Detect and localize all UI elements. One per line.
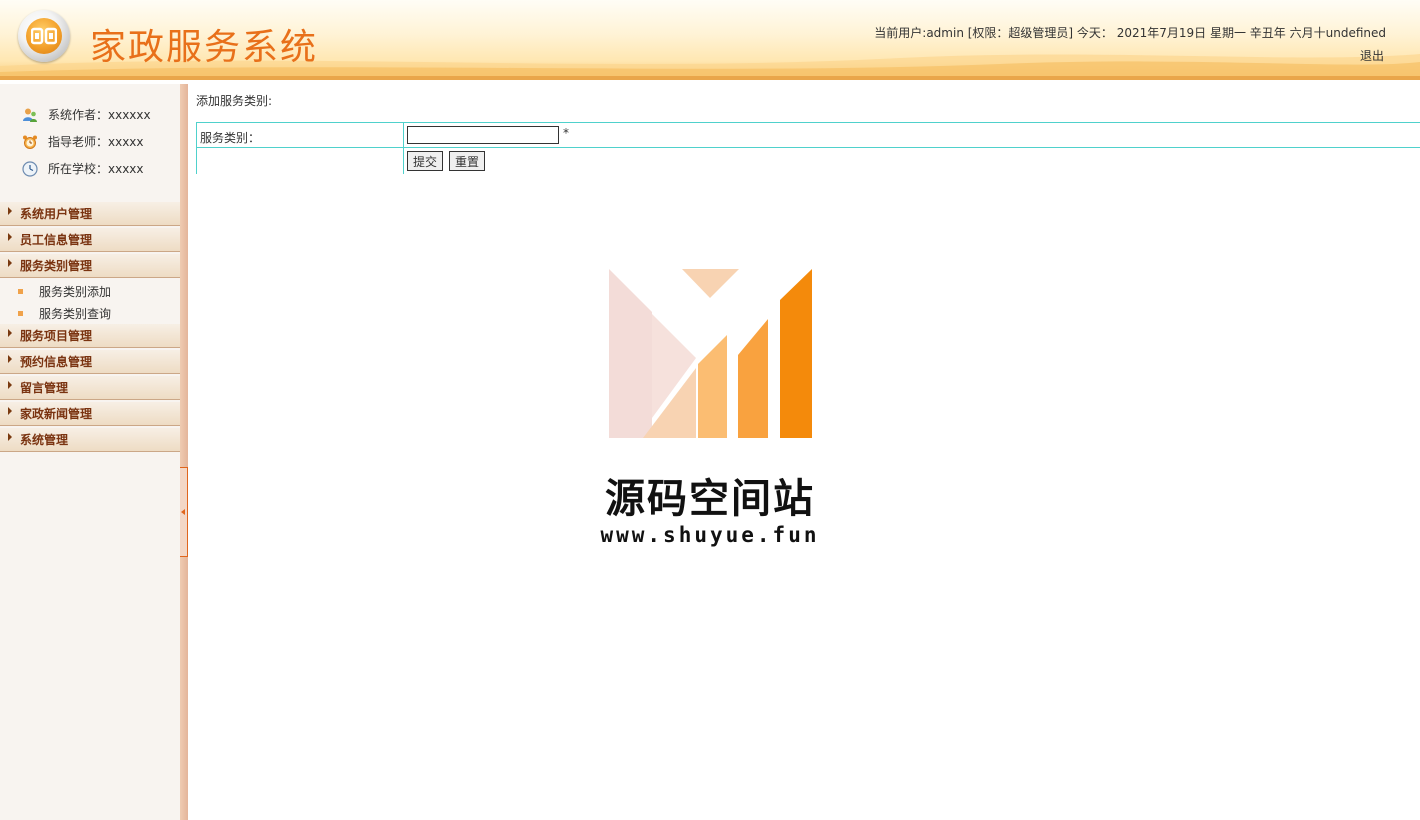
caret-right-icon [8, 206, 12, 215]
current-user-info: 当前用户:admin [权限：超级管理员] 今天： 2021年7月19日 星期一… [874, 26, 1386, 40]
menu-employee-info[interactable]: 员工信息管理 [0, 228, 180, 252]
menu-label: 家政新闻管理 [20, 407, 93, 421]
menu-service-category[interactable]: 服务类别管理 [0, 254, 180, 278]
watermark-name: 源码空间站 [605, 476, 815, 522]
menu-label: 服务类别管理 [20, 259, 93, 273]
app-title: 家政服务系统 [90, 27, 319, 68]
watermark-logo-bar [698, 335, 727, 438]
watermark-url: www.shuyue.fun [600, 523, 820, 547]
logo-icon [18, 10, 70, 62]
bullet-icon [18, 311, 23, 316]
caret-right-icon [8, 432, 12, 441]
menu-label: 预约信息管理 [20, 355, 93, 369]
caret-right-icon [8, 406, 12, 415]
app-header: 家政服务系统 当前用户:admin [权限：超级管理员] 今天： 2021年7月… [0, 0, 1420, 80]
submenu-query-service-category[interactable]: 服务类别查询 [18, 305, 111, 322]
menu-system-management[interactable]: 系统管理 [0, 428, 180, 452]
teacher-label: 指导老师：xxxxx [48, 135, 144, 149]
menu-label: 员工信息管理 [20, 233, 93, 247]
table-border [196, 122, 1420, 123]
menu-label: 系统管理 [20, 433, 69, 447]
user-icon [22, 107, 38, 123]
caret-right-icon [8, 380, 12, 389]
menu-appointment-info[interactable]: 预约信息管理 [0, 350, 180, 374]
caret-right-icon [8, 328, 12, 337]
required-mark: * [563, 126, 569, 140]
menu-housekeeping-news[interactable]: 家政新闻管理 [0, 402, 180, 426]
menu-label: 服务项目管理 [20, 329, 93, 343]
page-title: 添加服务类别: [196, 94, 273, 108]
menu-service-items[interactable]: 服务项目管理 [0, 324, 180, 348]
service-category-input[interactable] [407, 126, 559, 144]
sidebar: 系统作者：xxxxxx 指导老师：xxxxx 所在学校：xxxxx 系统用户管理 [0, 84, 180, 820]
caret-right-icon [8, 232, 12, 241]
reset-button[interactable]: 重置 [449, 151, 486, 171]
submit-button[interactable]: 提交 [407, 151, 444, 171]
sidebar-collapse-toggle[interactable] [180, 467, 188, 557]
author-label: 系统作者：xxxxxx [48, 108, 151, 122]
watermark-logo-bar [682, 269, 739, 298]
alarm-clock-icon [22, 134, 38, 150]
caret-right-icon [8, 354, 12, 363]
school-info: 所在学校：xxxxx [22, 160, 144, 177]
service-category-form: 服务类别： * 提交 重置 [196, 122, 1420, 174]
menu-label: 留言管理 [20, 381, 69, 395]
table-border [196, 147, 1420, 148]
submenu-add-service-category[interactable]: 服务类别添加 [18, 283, 111, 300]
table-border [403, 122, 404, 174]
menu-messages[interactable]: 留言管理 [0, 376, 180, 400]
table-border [196, 122, 197, 174]
watermark-logo-bar [609, 269, 652, 438]
school-label: 所在学校：xxxxx [48, 162, 144, 176]
watermark-logo-icon [609, 269, 812, 438]
sidebar-splitter [180, 84, 188, 820]
submenu-label: 服务类别添加 [39, 285, 112, 299]
menu-label: 系统用户管理 [20, 207, 93, 221]
service-category-label: 服务类别： [200, 131, 261, 145]
submenu-label: 服务类别查询 [39, 307, 112, 321]
teacher-info: 指导老师：xxxxx [22, 133, 144, 150]
caret-right-icon [8, 258, 12, 267]
watermark-logo-bar [780, 269, 812, 438]
bullet-icon [18, 289, 23, 294]
clock-icon [22, 160, 38, 177]
menu-system-users[interactable]: 系统用户管理 [0, 202, 180, 226]
watermark-logo-bar [738, 319, 768, 438]
author-info: 系统作者：xxxxxx [22, 106, 151, 123]
logout-link[interactable]: 退出 [1360, 47, 1384, 64]
